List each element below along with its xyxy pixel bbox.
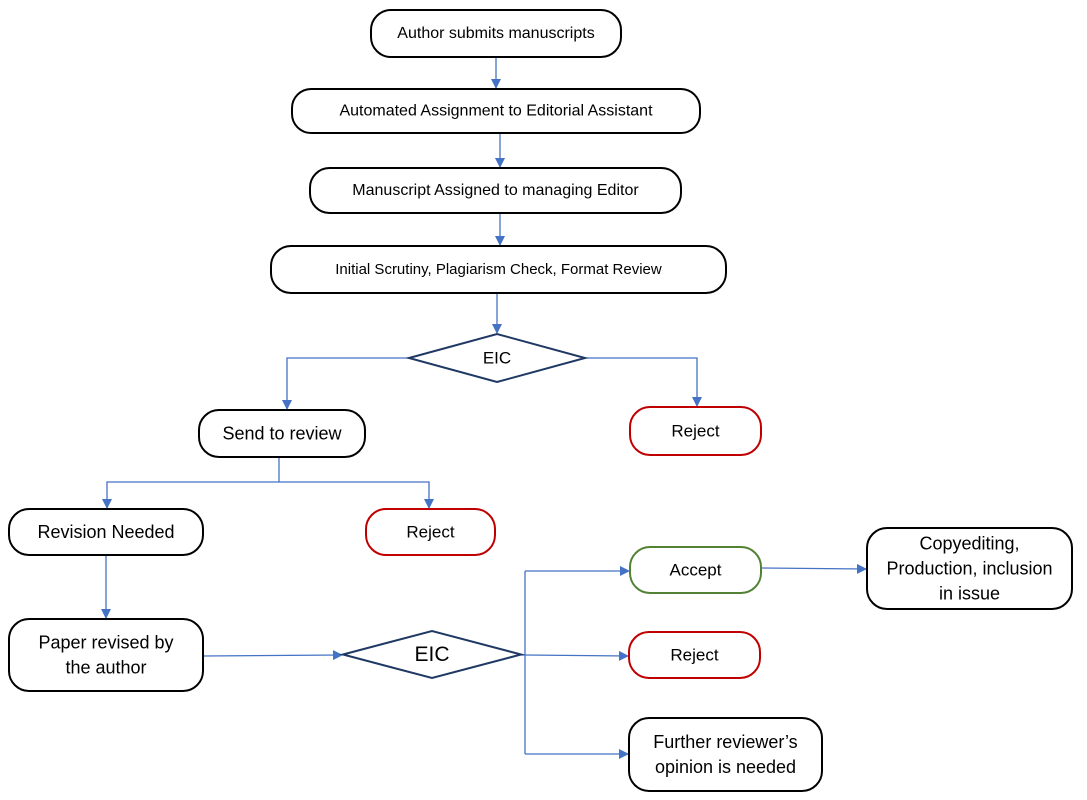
node-accept: Accept [629, 546, 762, 594]
node-label: Further reviewer’s [653, 732, 797, 752]
node-auto-assign: Automated Assignment to Editorial Assist… [291, 88, 701, 134]
connector-arrow [102, 481, 279, 509]
node-reject1: Reject [629, 406, 762, 456]
node-reject2: Reject [365, 508, 496, 556]
node-label: Accept [670, 561, 722, 580]
node-label: Initial Scrutiny, Plagiarism Check, Form… [335, 261, 662, 278]
node-label: Reject [406, 523, 454, 542]
node-eic1: EIC [405, 332, 589, 384]
connector-arrow [524, 650, 629, 661]
connector-arrow [282, 357, 409, 410]
node-label: Manuscript Assigned to managing Editor [352, 182, 639, 199]
node-managing-editor: Manuscript Assigned to managing Editor [309, 167, 682, 214]
node-label: Send to review [222, 424, 342, 444]
node-label: Paper revised by [38, 632, 173, 652]
connector-arrow [760, 563, 867, 574]
node-label: opinion is needed [655, 757, 796, 777]
node-eic2: EIC [339, 629, 525, 680]
node-label: Reject [670, 646, 718, 665]
node-label: Revision Needed [37, 522, 174, 542]
node-revision: Revision Needed [8, 508, 204, 556]
node-shape [628, 717, 823, 792]
node-label: in issue [939, 584, 1000, 604]
connector-arrow [202, 650, 343, 661]
node-label: Author submits manuscripts [397, 25, 594, 42]
nodes: Author submits manuscripts Automated Assi… [8, 9, 1073, 792]
node-label: the author [65, 658, 146, 678]
node-label: EIC [414, 643, 449, 666]
node-label: Automated Assignment to Editorial Assist… [339, 103, 653, 120]
node-copyediting: Copyediting, Production, inclusion in issu… [866, 527, 1073, 610]
node-reject3: Reject [628, 631, 761, 679]
node-label: Production, inclusion [886, 559, 1052, 579]
connector-arrow [279, 481, 434, 509]
editorial-workflow-diagram: Author submits manuscripts Automated Assi… [8, 9, 1073, 792]
node-revised: Paper revised by the author [8, 618, 204, 692]
node-shape [8, 618, 204, 692]
node-submit: Author submits manuscripts [370, 9, 622, 58]
node-scrutiny: Initial Scrutiny, Plagiarism Check, Form… [270, 245, 727, 294]
connector-arrow [585, 357, 702, 407]
node-label: Reject [671, 422, 719, 441]
node-send-review: Send to review [198, 409, 366, 458]
node-label: EIC [483, 349, 511, 368]
node-label: Copyediting, [919, 533, 1019, 553]
node-further: Further reviewer’s opinion is needed [628, 717, 823, 792]
